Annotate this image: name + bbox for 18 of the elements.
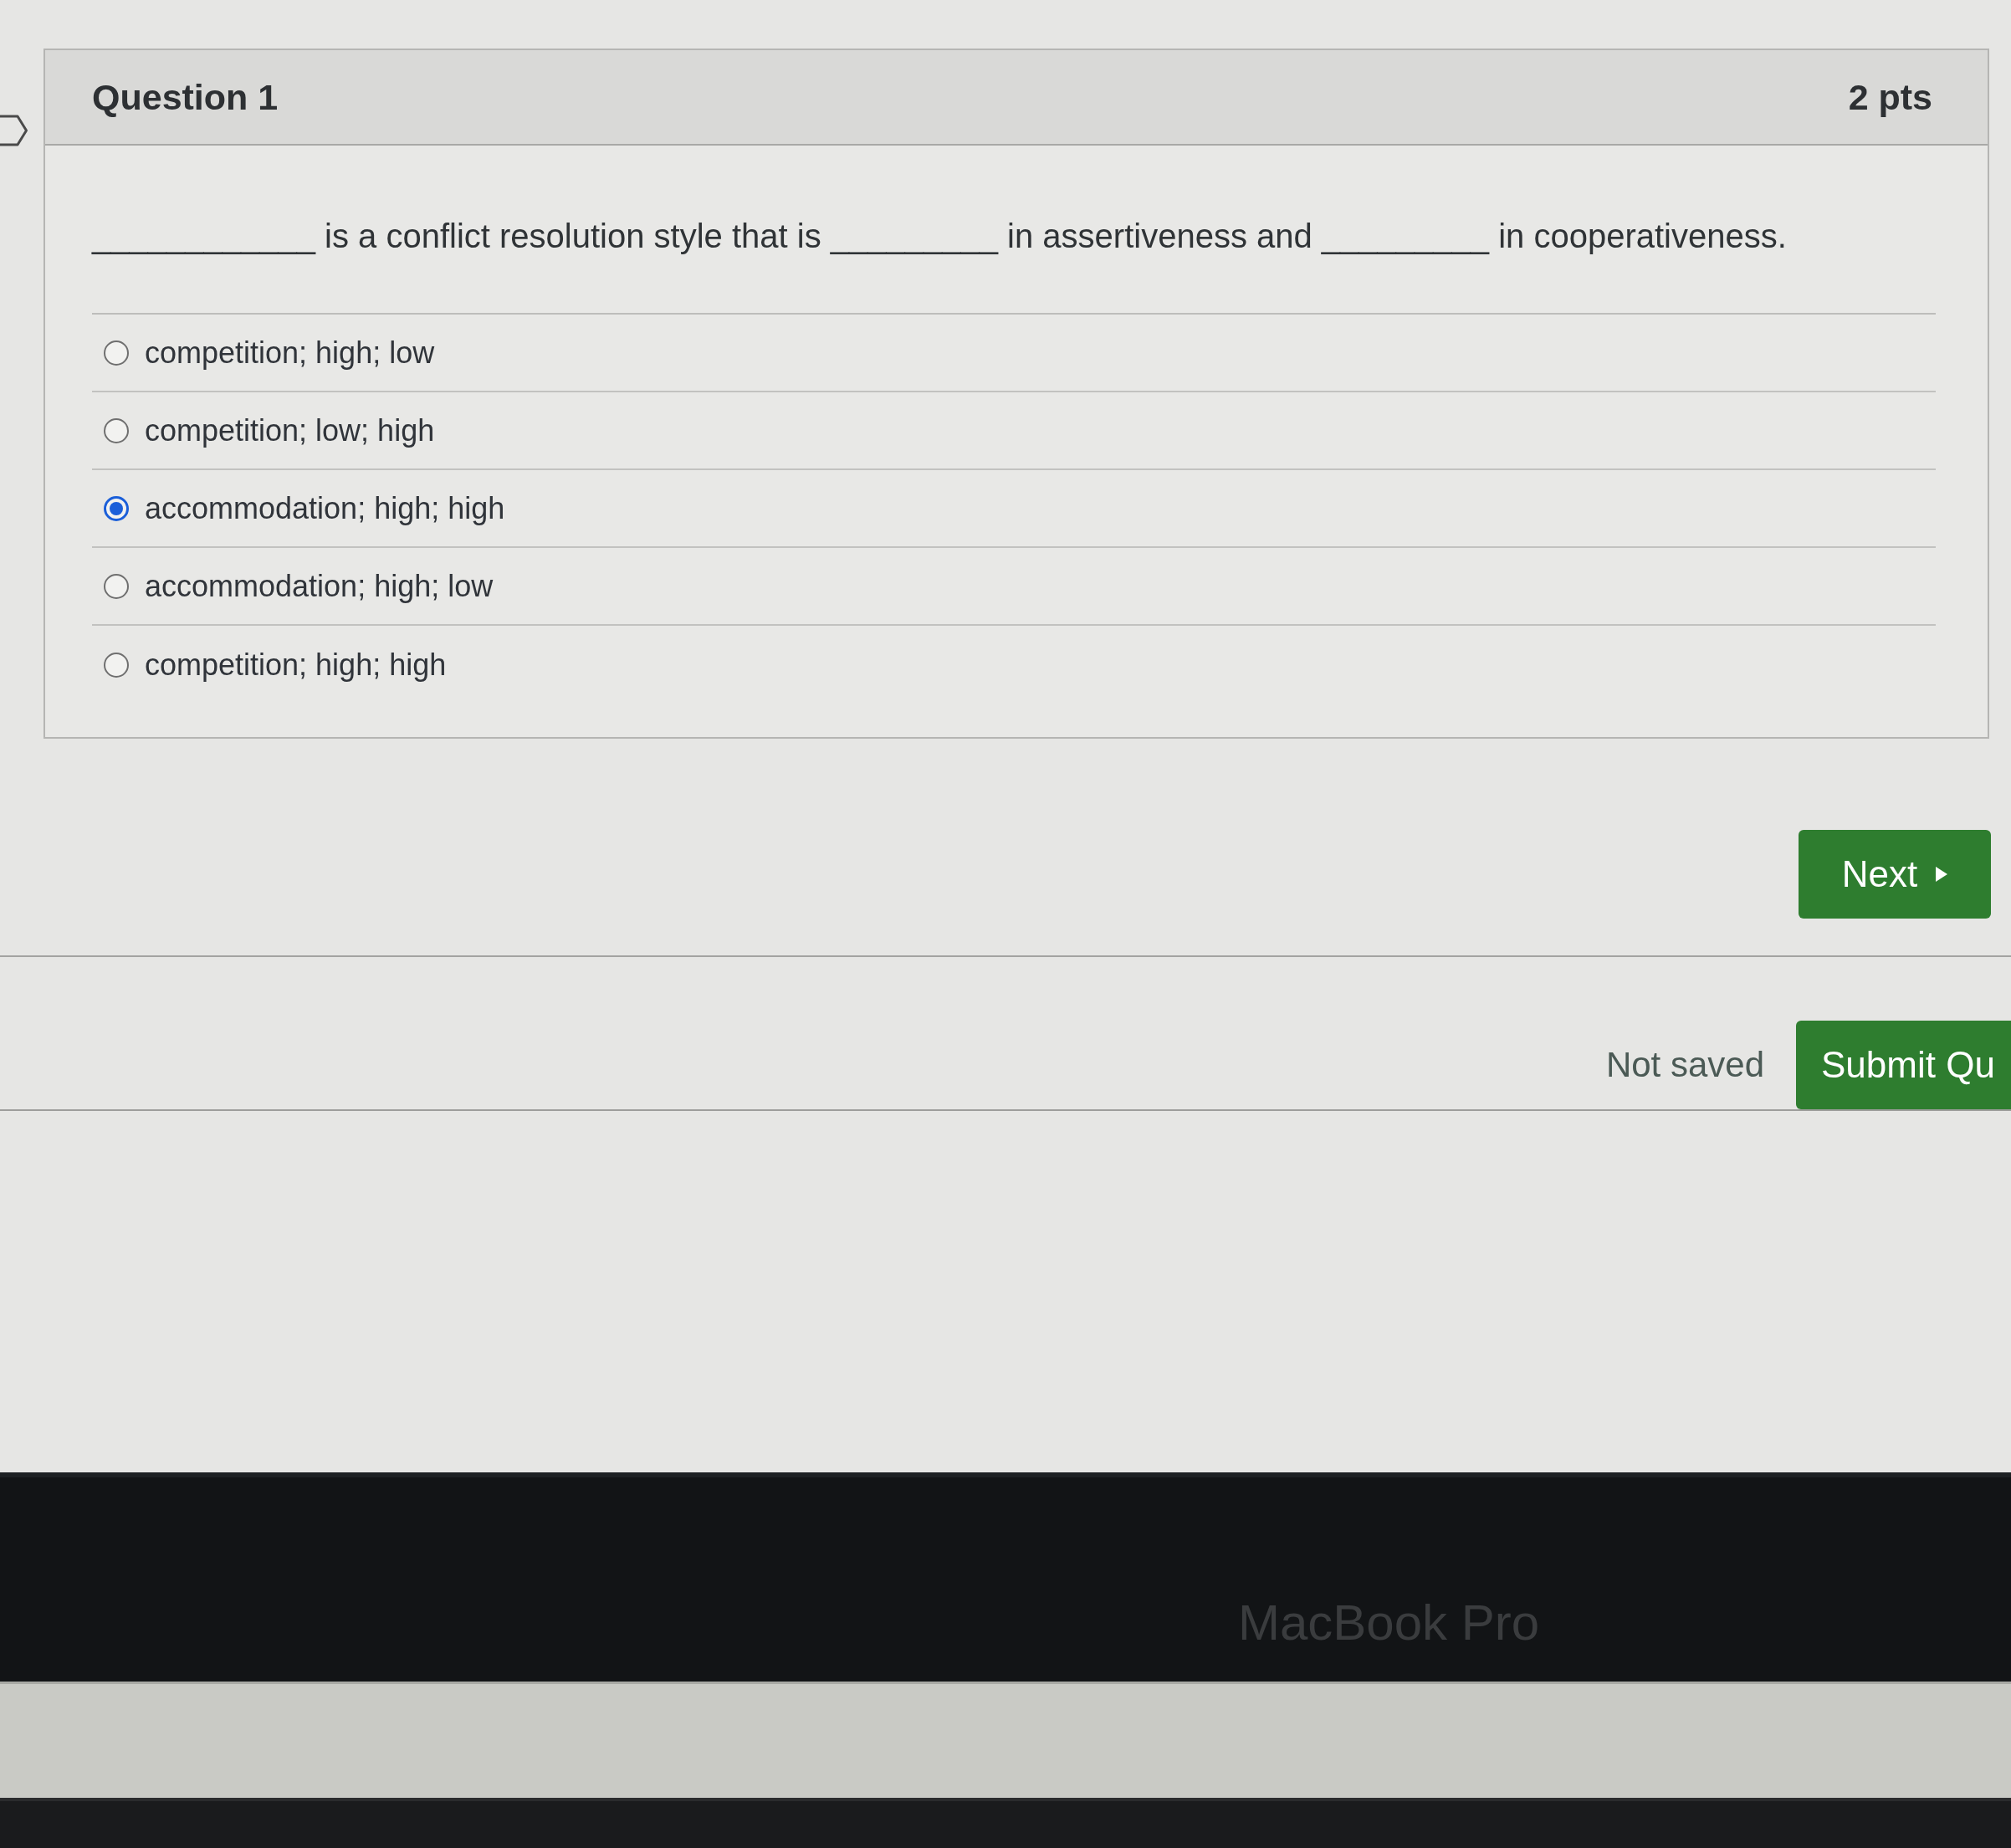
answer-label[interactable]: competition; low; high — [145, 412, 435, 449]
question-points: 2 pts — [1848, 76, 1932, 118]
answer-label[interactable]: accommodation; high; low — [145, 567, 494, 605]
radio-button[interactable] — [104, 495, 129, 521]
answer-label[interactable]: competition; high; high — [145, 646, 447, 683]
radio-button[interactable] — [104, 340, 129, 366]
radio-button[interactable] — [104, 417, 129, 443]
submit-button[interactable]: Submit Qu — [1796, 1021, 2011, 1109]
next-button[interactable]: Next — [1799, 830, 1991, 919]
caret-right-icon — [1936, 867, 1948, 882]
save-status: Not saved — [1605, 1045, 1764, 1085]
question-text: ____________ is a conflict resolution style that is _________ in assertiveness and _________ in cooperativeness. — [92, 217, 1788, 256]
radio-button[interactable] — [104, 573, 129, 599]
flag-icon[interactable] — [0, 114, 28, 147]
radio-button[interactable] — [104, 652, 129, 678]
question-title: Question 1 — [92, 76, 279, 118]
answer-label[interactable]: competition; high; low — [145, 334, 435, 371]
answer-label[interactable]: accommodation; high; high — [145, 489, 505, 527]
